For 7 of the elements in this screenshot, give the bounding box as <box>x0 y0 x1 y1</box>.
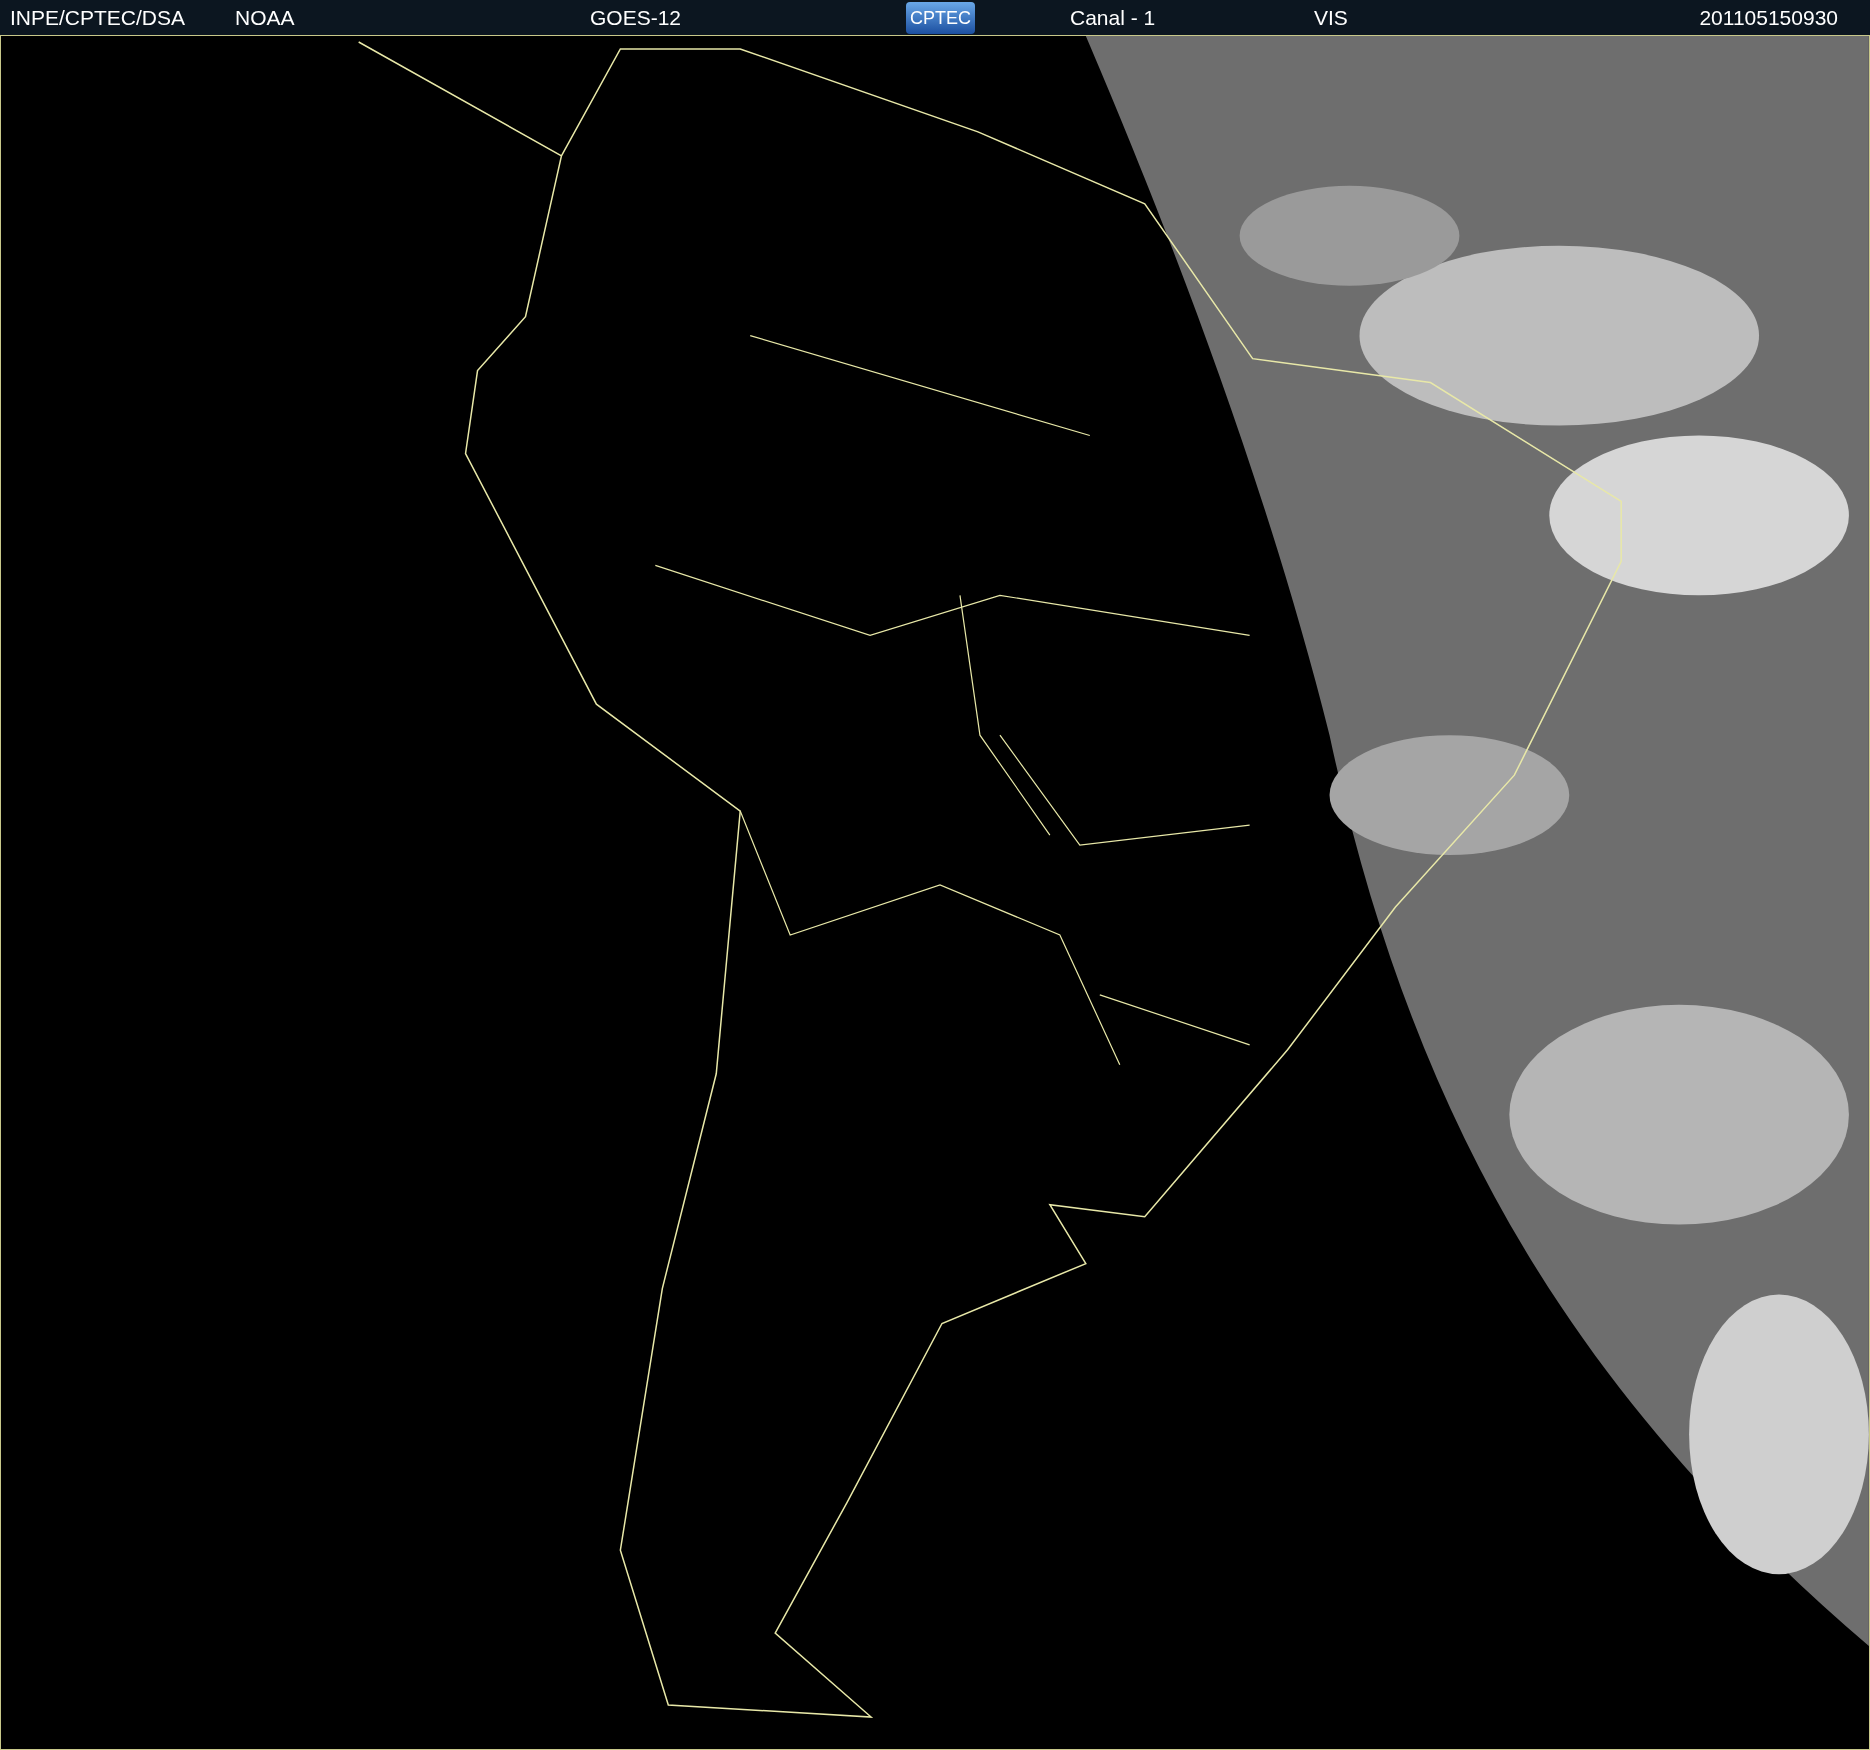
header-label: GOES-12 <box>590 4 683 31</box>
header-label: 201105150930 <box>1698 4 1839 31</box>
header-label: Canal - 1 <box>1070 4 1157 31</box>
header-label: INPE/CPTEC/DSA <box>9 4 187 31</box>
header-label: NOAA <box>235 4 296 31</box>
header-label: VIS <box>1314 4 1349 31</box>
logo: CPTEC <box>906 1 975 34</box>
